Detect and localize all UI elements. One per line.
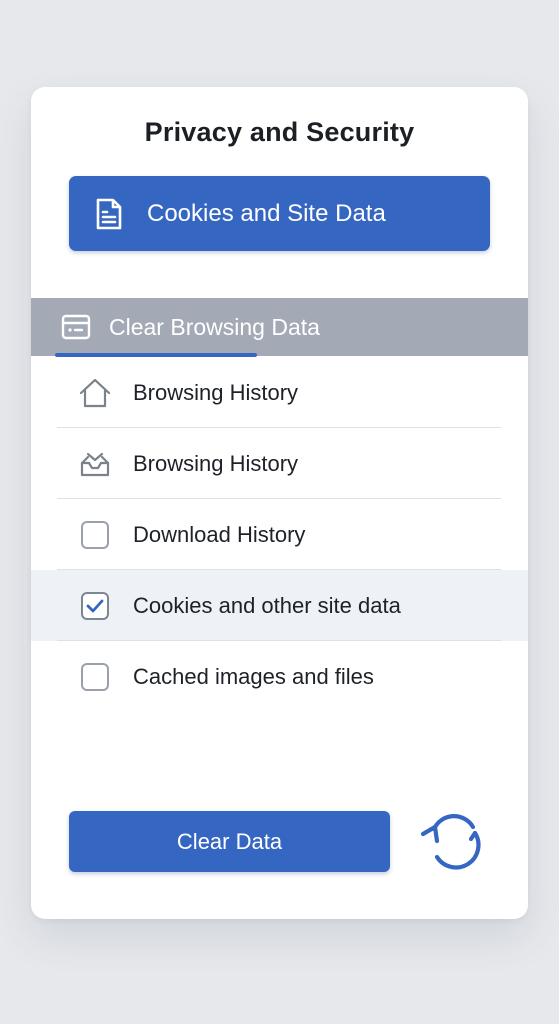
checkbox-unchecked[interactable] — [81, 520, 109, 549]
privacy-security-panel: Privacy and Security Cookies and Site Da… — [31, 87, 528, 919]
tab-label: Clear Browsing Data — [109, 313, 320, 340]
list-item-label: Browsing History — [133, 450, 299, 476]
clear-data-button[interactable]: Clear Data — [69, 811, 390, 872]
refresh-icon[interactable] — [415, 805, 491, 877]
cached-images-checkbox[interactable] — [77, 659, 113, 695]
list-item-cookies[interactable]: Cookies and other site data — [31, 570, 528, 641]
list-item-browsing-history[interactable]: Browsing History — [31, 357, 528, 428]
list-item-cached-images[interactable]: Cached images and files — [31, 641, 528, 712]
cookies-site-data-label: Cookies and Site Data — [147, 199, 386, 227]
list-item-label: Download History — [133, 521, 306, 547]
list-item-label: Cookies and other site data — [133, 592, 401, 618]
document-icon — [91, 196, 127, 232]
download-history-checkbox[interactable] — [77, 517, 113, 553]
list-item-label: Browsing History — [133, 379, 299, 405]
cookies-site-data-button[interactable]: Cookies and Site Data — [69, 176, 490, 251]
home-icon — [77, 375, 113, 411]
list-item-download-history[interactable]: Download History — [31, 499, 528, 570]
checkbox-checked[interactable] — [81, 591, 109, 620]
checkbox-unchecked[interactable] — [81, 662, 109, 691]
panel-title: Privacy and Security — [144, 117, 415, 147]
cookies-checkbox[interactable] — [77, 588, 113, 624]
list-item-browsing-history-2[interactable]: Browsing History — [31, 428, 528, 499]
list-item-label: Cached images and files — [133, 663, 374, 689]
checkmark-icon — [86, 599, 104, 612]
browsing-data-list: Browsing History Browsing History Downlo… — [31, 357, 528, 712]
tab-clear-browsing-data[interactable]: Clear Browsing Data — [31, 298, 528, 356]
inbox-tray-icon — [77, 446, 113, 482]
browser-window-icon — [60, 311, 92, 343]
